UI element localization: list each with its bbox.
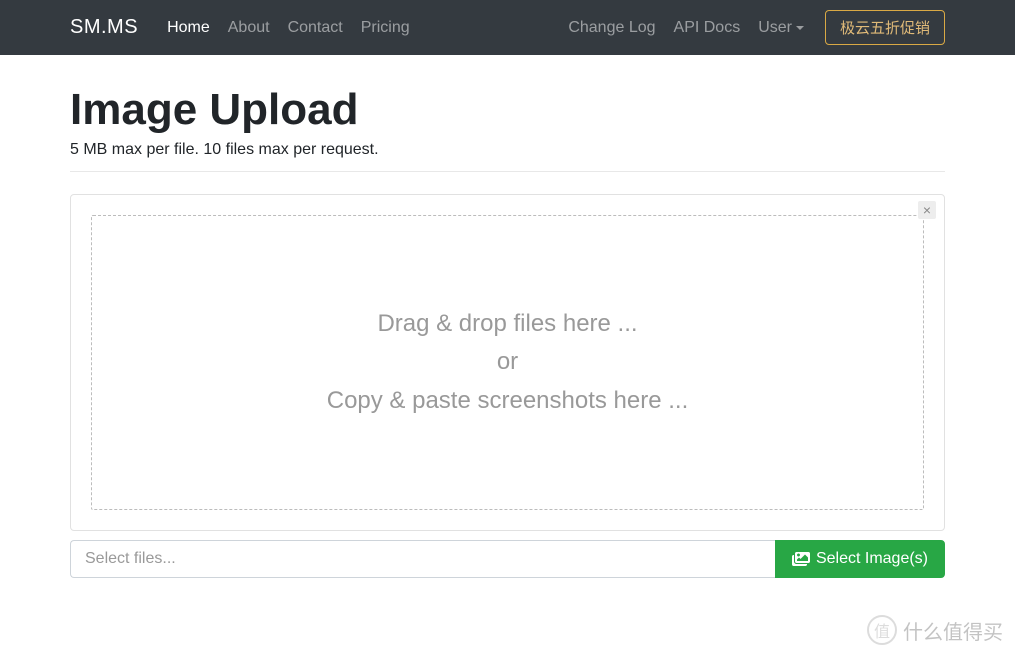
main-container: Image Upload 5 MB max per file. 10 files… — [0, 55, 1015, 578]
dropzone[interactable]: Drag & drop files here ... or Copy & pas… — [91, 215, 924, 510]
divider — [70, 171, 945, 172]
nav-link-contact[interactable]: Contact — [279, 0, 352, 55]
user-label: User — [758, 19, 792, 37]
close-button[interactable]: × — [918, 201, 936, 219]
dropzone-line2: or — [497, 343, 518, 381]
brand-logo[interactable]: SM.MS — [70, 16, 138, 39]
dropzone-line3: Copy & paste screenshots here ... — [327, 382, 689, 420]
nav-link-about[interactable]: About — [219, 0, 279, 55]
close-icon: × — [923, 203, 931, 217]
promo-button[interactable]: 极云五折促销 — [825, 10, 945, 45]
upload-card: × Drag & drop files here ... or Copy & p… — [70, 194, 945, 531]
navbar-left: SM.MS Home About Contact Pricing — [70, 0, 419, 55]
page-subtitle: 5 MB max per file. 10 files max per requ… — [70, 141, 945, 159]
nav-link-pricing[interactable]: Pricing — [352, 0, 419, 55]
select-button-label: Select Image(s) — [816, 550, 928, 568]
nav-link-user-dropdown[interactable]: User — [749, 19, 813, 37]
watermark: 值 什么值得买 — [867, 615, 1003, 645]
watermark-icon: 值 — [867, 615, 897, 645]
select-images-button[interactable]: Select Image(s) — [775, 540, 945, 578]
chevron-down-icon — [796, 26, 804, 30]
watermark-text: 什么值得买 — [903, 616, 1003, 645]
nav-link-apidocs[interactable]: API Docs — [665, 0, 750, 55]
navbar-right: Change Log API Docs User 极云五折促销 — [559, 0, 945, 55]
nav-link-changelog[interactable]: Change Log — [559, 0, 664, 55]
nav-link-home[interactable]: Home — [158, 0, 219, 55]
file-select-row: Select files... Select Image(s) — [70, 540, 945, 578]
nav-links-left: Home About Contact Pricing — [158, 0, 419, 55]
file-input[interactable]: Select files... — [70, 540, 775, 578]
page-title: Image Upload — [70, 85, 945, 135]
navbar: SM.MS Home About Contact Pricing Change … — [0, 0, 1015, 55]
dropzone-line1: Drag & drop files here ... — [377, 305, 637, 343]
images-icon — [792, 551, 810, 567]
